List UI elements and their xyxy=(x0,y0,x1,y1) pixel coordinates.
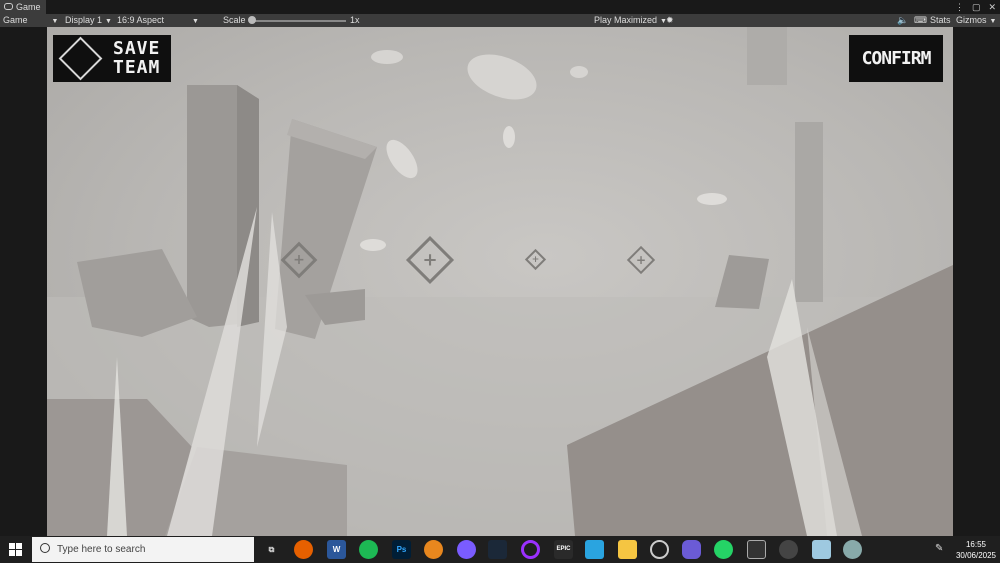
scene-background xyxy=(47,27,953,536)
leaf xyxy=(371,50,403,64)
leaf xyxy=(467,54,537,100)
controller-icon[interactable] xyxy=(682,540,701,559)
gizmos-label: Gizmos xyxy=(956,15,987,25)
more-options-icon[interactable]: ⋮ xyxy=(955,0,964,14)
editor-tab-bar: Game ⋮ ▢ ✕ xyxy=(0,0,1000,14)
leaf xyxy=(503,126,515,148)
app-gray-icon[interactable] xyxy=(650,540,669,559)
save-team-label: SAVE TEAM xyxy=(113,39,160,77)
distant-pillar xyxy=(795,122,823,302)
cube-icon[interactable] xyxy=(812,540,831,559)
tab-game[interactable]: Game xyxy=(0,0,46,14)
pen-icon[interactable]: ✎ xyxy=(935,543,943,554)
epic-games-icon[interactable]: EPIC xyxy=(554,540,573,559)
view-mode-label: Game xyxy=(3,15,28,25)
play-mode-label: Play Maximized xyxy=(594,15,658,25)
scale-label: Scale xyxy=(223,15,246,25)
plus-icon: + xyxy=(635,253,647,267)
plus-icon: + xyxy=(293,252,305,268)
steam-icon[interactable] xyxy=(488,540,507,559)
save-team-button[interactable]: SAVE TEAM xyxy=(53,35,171,82)
taskbar-search-box[interactable]: Type here to search xyxy=(32,537,254,562)
view-mode-dropdown[interactable]: Game ▼ xyxy=(3,14,58,27)
chevron-down-icon: ▼ xyxy=(989,18,997,25)
whatsapp-icon[interactable] xyxy=(714,540,733,559)
app-purple-icon[interactable] xyxy=(457,540,476,559)
save-team-line1: SAVE xyxy=(113,38,161,59)
search-icon xyxy=(40,543,50,553)
clock-time: 16:55 xyxy=(965,540,986,549)
scale-value: 1x xyxy=(350,15,360,25)
spotify-icon[interactable] xyxy=(359,540,378,559)
gamepad-icon xyxy=(4,3,13,10)
app-ring-icon[interactable] xyxy=(521,540,540,559)
right-gutter xyxy=(953,27,1000,536)
leaf xyxy=(570,66,588,78)
plus-icon: + xyxy=(531,254,540,265)
display-dropdown[interactable]: Display 1 ▼ xyxy=(65,14,112,27)
maximize-icon[interactable]: ▢ xyxy=(972,0,981,14)
taskbar-clock[interactable]: 16:55 30/06/2025 xyxy=(956,539,996,561)
game-viewport[interactable]: + + + + SAVE TEAM CONFIRM xyxy=(47,27,953,536)
audio-icon[interactable]: 🔈 xyxy=(897,14,908,27)
window-controls: ⋮ ▢ ✕ xyxy=(955,0,996,14)
search-placeholder: Type here to search xyxy=(57,544,146,555)
bug-icon[interactable]: ✹ xyxy=(666,14,674,27)
gamepad-app-icon[interactable] xyxy=(843,540,862,559)
word-icon[interactable]: W xyxy=(327,540,346,559)
left-gutter xyxy=(0,27,47,536)
gizmos-button[interactable]: Gizmos ▼ xyxy=(956,14,996,27)
close-icon[interactable]: ✕ xyxy=(988,0,996,14)
aspect-dropdown[interactable]: 16:9 Aspect ▼ xyxy=(117,14,199,27)
confirm-button[interactable]: CONFIRM xyxy=(849,35,943,82)
distant-pillar xyxy=(747,27,787,85)
aspect-label: 16:9 Aspect xyxy=(117,15,165,25)
scale-slider-handle[interactable] xyxy=(248,16,256,24)
file-explorer-icon[interactable] xyxy=(618,540,637,559)
chevron-down-icon: ▼ xyxy=(51,18,59,25)
diamond-icon xyxy=(58,36,103,81)
plus-icon: + xyxy=(422,249,438,271)
firefox-icon[interactable] xyxy=(294,540,313,559)
skull-icon[interactable] xyxy=(779,540,798,559)
app-orange-icon[interactable] xyxy=(424,540,443,559)
save-team-line2: TEAM xyxy=(113,57,161,78)
scale-slider-track[interactable] xyxy=(251,20,346,22)
chevron-down-icon: ▼ xyxy=(192,18,199,25)
play-mode-dropdown[interactable]: Play Maximized ▼ xyxy=(594,14,667,27)
display-label: Display 1 xyxy=(65,15,103,25)
app-blue-icon[interactable] xyxy=(585,540,604,559)
photoshop-icon[interactable]: Ps xyxy=(392,540,411,559)
leaf xyxy=(360,239,386,251)
chevron-down-icon: ▼ xyxy=(105,18,112,25)
windows-taskbar: Type here to search ⧉ W Ps EPIC ✎ 16:55 … xyxy=(0,536,1000,563)
keyboard-icon[interactable]: ⌨ xyxy=(914,14,927,27)
tab-label: Game xyxy=(16,2,41,12)
windows-start-icon[interactable] xyxy=(9,543,22,556)
game-toolbar: Game ▼ Display 1 ▼ 16:9 Aspect ▼ Scale 1x P… xyxy=(0,14,1000,27)
clock-date: 30/06/2025 xyxy=(955,551,996,560)
leaf xyxy=(386,139,418,179)
unity-icon[interactable] xyxy=(747,540,766,559)
task-view-icon[interactable]: ⧉ xyxy=(262,540,281,559)
leaf xyxy=(697,193,727,205)
stats-button[interactable]: Stats xyxy=(930,14,951,27)
